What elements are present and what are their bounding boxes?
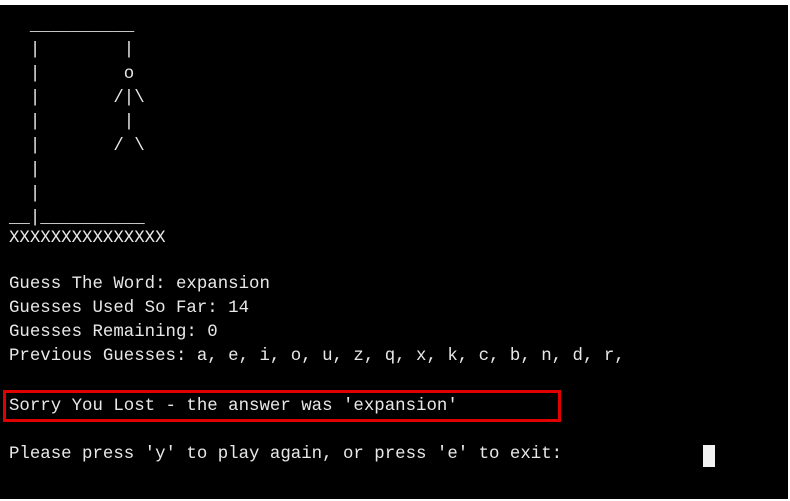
gallows-line: | /|\ — [9, 89, 145, 108]
previous-guesses-text: Previous Guesses: a, e, i, o, u, z, q, x… — [9, 347, 625, 366]
play-again-prompt: Please press 'y' to play again, or press… — [9, 445, 573, 464]
guess-word-text: Guess The Word: expansion — [9, 275, 270, 294]
gallows-line: | — [9, 161, 41, 180]
gallows-line: | o — [9, 65, 135, 84]
gallows-ground: XXXXXXXXXXXXXXX — [9, 229, 166, 248]
gallows-line: | | — [9, 41, 135, 60]
result-message: Sorry You Lost - the answer was 'expansi… — [9, 397, 458, 416]
gallows-line: | | — [9, 113, 135, 132]
guesses-used-text: Guesses Used So Far: 14 — [9, 299, 250, 318]
gallows-line: | — [9, 185, 41, 204]
screenshot: __________ | | | o | /|\ | | | / \ | | _… — [0, 0, 790, 501]
gallows-line: | / \ — [9, 137, 145, 156]
text-cursor[interactable] — [703, 445, 715, 467]
terminal-window[interactable]: __________ | | | o | /|\ | | | / \ | | _… — [0, 5, 788, 499]
gallows-line: __________ — [9, 17, 135, 36]
guesses-remaining-text: Guesses Remaining: 0 — [9, 323, 218, 342]
